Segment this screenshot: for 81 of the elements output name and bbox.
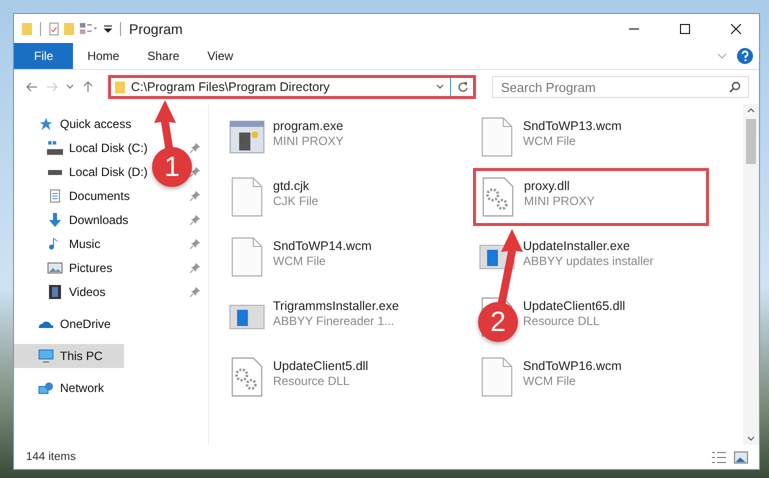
scrollbar-thumb[interactable] [746,119,756,164]
nav-item[interactable]: Documents [14,184,134,208]
dropdown-icon[interactable] [104,24,112,32]
file-icon [229,237,265,277]
file-name[interactable]: UpdateClient65.dll [523,299,626,313]
picture-icon [47,261,63,275]
network-icon [38,381,54,395]
drive-icon [47,141,63,155]
file-name[interactable]: proxy.dll [524,179,570,193]
scroll-up-icon[interactable] [747,108,755,113]
file-icon [479,357,515,397]
nav-item[interactable]: OneDrive [14,312,115,336]
document-icon [47,189,63,203]
properties-icon[interactable] [49,22,59,36]
file-type: Resource DLL [523,314,600,328]
minimize-icon [629,28,639,30]
address-bar[interactable]: C:\Program Files\Program Directory [108,75,476,99]
file-type: WCM File [523,134,576,148]
file-type: WCM File [523,374,576,388]
gear-file-icon [229,357,265,397]
nav-item[interactable]: Local Disk (D:) [14,160,152,184]
nav-item[interactable]: Downloads [14,208,132,232]
file-icon [229,177,265,217]
file-name[interactable]: program.exe [273,119,344,133]
window-title: Program [129,20,183,36]
nav-item[interactable]: This PC [14,344,124,368]
chevron-down-icon[interactable] [436,84,444,90]
file-name[interactable]: TrigrammsInstaller.exe [273,299,399,313]
down-arrow-icon [47,213,63,227]
nav-item[interactable]: Local Disk (C:) [14,136,152,160]
folder-icon [115,80,125,94]
nav-item[interactable]: Music [14,232,104,256]
up-arrow-icon[interactable] [82,81,94,93]
file-name[interactable]: SndToWP14.wcm [273,239,372,253]
file-type: MINI PROXY [273,134,344,148]
file-name[interactable]: SndToWP13.wcm [523,119,622,133]
pin-icon[interactable] [190,191,200,201]
scrollbar[interactable] [743,104,759,445]
help-icon[interactable] [737,48,753,64]
maximize-icon [680,24,690,34]
item-count: 144 items [26,451,76,463]
file-icon [479,117,515,157]
ribbon-tab[interactable]: Home [73,43,134,69]
file-name[interactable]: UpdateClient5.dll [273,359,368,373]
file-name[interactable]: UpdateInstaller.exe [523,239,630,253]
pin-icon[interactable] [190,287,200,297]
nav-item[interactable]: Network [14,376,108,400]
file-type: WCM File [273,254,326,268]
refresh-icon[interactable] [457,81,469,93]
pin-icon[interactable] [190,263,200,273]
large-icons-view-icon[interactable] [733,450,749,464]
ribbon-tab[interactable]: Share [133,43,194,69]
search-field[interactable]: Search Program [492,76,749,98]
view-icon[interactable] [79,22,99,35]
details-view-icon[interactable] [711,450,727,464]
file-type: CJK File [273,194,318,208]
pin-icon[interactable] [190,167,200,177]
file-name[interactable]: gtd.cjk [273,179,310,193]
pin-icon[interactable] [190,239,200,249]
ribbon-tab[interactable]: File [14,43,74,69]
drive-icon [48,170,62,174]
file-type: MINI PROXY [524,194,595,208]
monitor-icon [38,349,54,363]
star-icon [38,117,54,131]
pin-icon[interactable] [190,215,200,225]
back-arrow-icon[interactable] [26,81,38,93]
scroll-down-icon[interactable] [747,436,755,441]
file-type: Resource DLL [273,374,350,388]
search-icon[interactable] [729,81,741,93]
ribbon-tab[interactable]: View [193,43,248,69]
chevron-down-icon[interactable] [66,84,74,90]
file-type: ABBYY Finereader 1... [273,314,394,328]
pin-icon[interactable] [190,143,200,153]
nav-item[interactable]: Videos [14,280,110,304]
close-icon [731,24,741,34]
file-type: ABBYY updates installer [523,254,654,268]
nav-item[interactable]: Pictures [14,256,116,280]
nav-item[interactable]: Quick access [14,112,136,136]
file-name[interactable]: SndToWP16.wcm [523,359,622,373]
gear-file-icon [480,177,516,217]
film-icon [47,285,63,299]
